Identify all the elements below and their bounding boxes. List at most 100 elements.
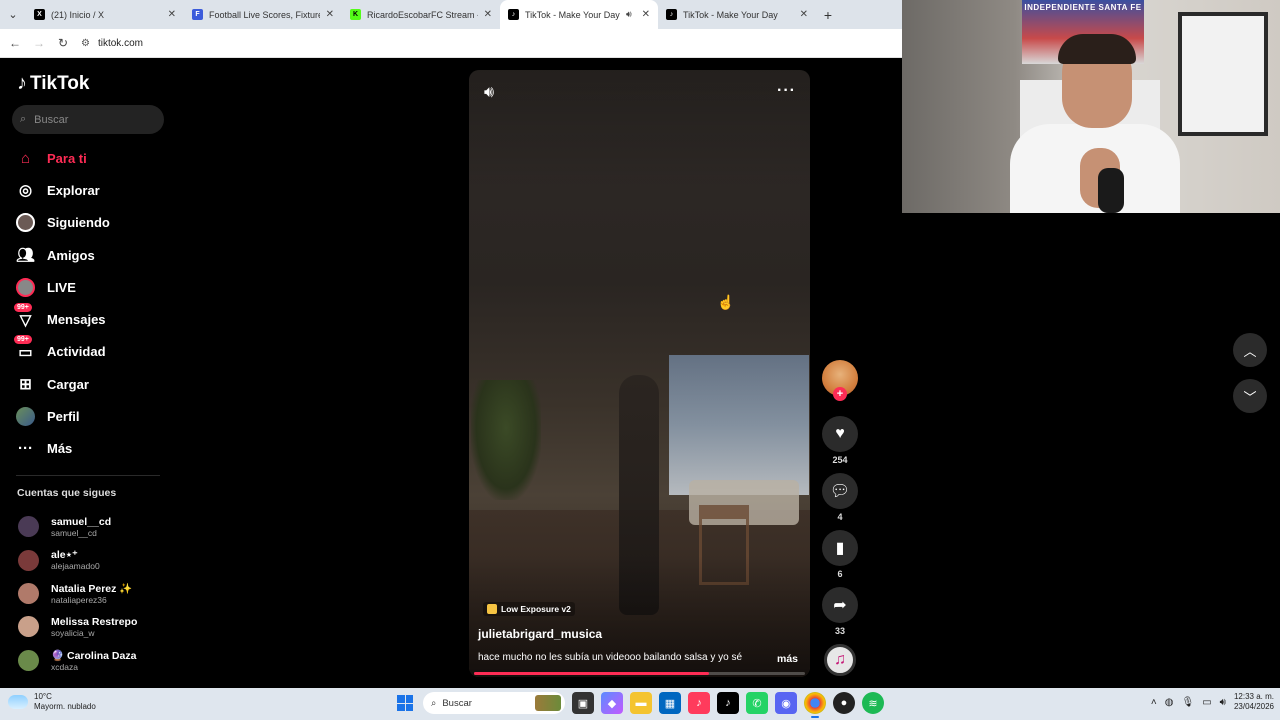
kick-logo-icon: K bbox=[350, 9, 361, 20]
following-item[interactable]: 🔮 Carolina Daza xcdaza bbox=[18, 644, 168, 677]
nav-item-cargar[interactable]: ⊞ Cargar bbox=[16, 368, 166, 400]
whatsapp-icon[interactable]: ✆ bbox=[746, 692, 768, 714]
obs-icon[interactable]: ● bbox=[833, 692, 855, 714]
nav-label: Explorar bbox=[47, 182, 100, 198]
save-button[interactable]: ▮ bbox=[822, 530, 858, 566]
clock-date: 23/04/2026 bbox=[1233, 702, 1274, 711]
address-bar[interactable]: ⚙ tiktok.com bbox=[81, 38, 143, 49]
close-icon[interactable]: ✕ bbox=[642, 9, 650, 20]
forward-arrow-icon[interactable]: → bbox=[27, 36, 51, 50]
tab-tiktok-active[interactable]: ♪ TikTok - Make Your Day 🔊︎ ✕ bbox=[500, 0, 658, 29]
close-icon[interactable]: ✕ bbox=[168, 9, 176, 20]
tiktok-app-icon[interactable]: ♪ bbox=[717, 692, 739, 714]
following-item[interactable]: samuel__cd samuel__cd bbox=[18, 510, 168, 543]
copilot-icon[interactable]: ◆ bbox=[601, 692, 623, 714]
tiktok-logo[interactable]: ♪ TikTok bbox=[17, 72, 89, 95]
following-item[interactable]: ale⋆⁺ alejaamado0 bbox=[18, 543, 168, 576]
speaker-icon[interactable]: 🔊︎ bbox=[626, 9, 632, 20]
nav-item-perfil[interactable]: Perfil bbox=[16, 400, 166, 432]
sidebar: ♪ TikTok ⌕ Buscar ⌂ Para ti ◎ Explorar S… bbox=[0, 58, 172, 688]
tab-search-button[interactable]: ⌄ bbox=[0, 0, 26, 29]
video-progress-bar[interactable] bbox=[474, 672, 805, 675]
avatar bbox=[18, 516, 39, 538]
search-placeholder: Buscar bbox=[34, 113, 69, 126]
taskbar-search-label: Buscar bbox=[442, 697, 472, 709]
webcam-person bbox=[1010, 34, 1180, 213]
close-icon[interactable]: ✕ bbox=[326, 9, 334, 20]
clock[interactable]: 12:33 a. m. 23/04/2026 bbox=[1234, 692, 1274, 712]
nav-item-mensajes[interactable]: ▽ 99+ Mensajes bbox=[14, 303, 166, 335]
effect-tag[interactable]: Low Exposure v2 bbox=[483, 602, 575, 616]
volume-icon[interactable]: 🔊︎ bbox=[484, 84, 494, 102]
taskbar: 10°C Mayorm. nublado ⌕ Buscar ▣ ◆ ▬ ▦ ♪ … bbox=[0, 688, 1280, 720]
nav-item-actividad[interactable]: ▭ 99+ Actividad bbox=[14, 335, 166, 368]
search-input[interactable]: ⌕ Buscar bbox=[12, 105, 164, 134]
upload-icon: ⊞ bbox=[19, 376, 32, 394]
nav-label: Más bbox=[47, 441, 73, 457]
discord-icon[interactable]: ◉ bbox=[775, 692, 797, 714]
following-item[interactable]: Melissa Restrepo soyalicia_w bbox=[18, 610, 168, 643]
following-title: Cuentas que sigues bbox=[17, 487, 117, 499]
nav-item-amigos[interactable]: 👥︎ Amigos bbox=[16, 239, 166, 271]
caption-more-button[interactable]: más bbox=[777, 653, 798, 665]
task-view-icon[interactable]: ▣ bbox=[572, 692, 594, 714]
taskbar-search[interactable]: ⌕ Buscar bbox=[423, 692, 565, 714]
network-icon[interactable]: ◍ bbox=[1165, 697, 1174, 708]
spotify-icon[interactable]: ≋ bbox=[862, 692, 884, 714]
main-nav: ⌂ Para ti ◎ Explorar Siguiendo 👥︎ Amigos bbox=[14, 142, 166, 465]
nav-item-mas[interactable]: ··· Más bbox=[16, 433, 166, 465]
follow-plus-icon[interactable]: + bbox=[833, 387, 847, 401]
chevron-up-icon: ︿ bbox=[1243, 343, 1257, 359]
nav-item-para-ti[interactable]: ⌂ Para ti bbox=[16, 142, 166, 174]
browser-tab-bar: ⌄ X (21) Inicio / X ✕ F Football Live Sc… bbox=[0, 0, 902, 29]
share-button[interactable]: ➦ bbox=[822, 587, 858, 623]
reload-icon[interactable]: ↻ bbox=[51, 36, 75, 50]
file-explorer-icon[interactable]: ▬ bbox=[630, 692, 652, 714]
weather-temp: 10°C bbox=[34, 692, 52, 701]
like-button[interactable]: ♥ bbox=[822, 416, 858, 452]
nav-item-live[interactable]: LIVE bbox=[16, 271, 166, 303]
nav-label: Amigos bbox=[47, 247, 95, 263]
close-icon[interactable]: ✕ bbox=[800, 9, 808, 20]
tab-tiktok[interactable]: ♪ TikTok - Make Your Day ✕ bbox=[658, 0, 816, 29]
comment-button[interactable]: 💬︎ bbox=[822, 473, 858, 509]
account-handle: soyalicia_w bbox=[51, 627, 95, 638]
tab-x[interactable]: X (21) Inicio / X ✕ bbox=[26, 0, 184, 29]
compass-icon: ◎ bbox=[18, 182, 33, 200]
account-handle: nataliaperez36 bbox=[51, 594, 107, 605]
windows-start-icon[interactable] bbox=[394, 692, 416, 714]
back-arrow-icon[interactable]: ← bbox=[3, 36, 27, 50]
store-icon[interactable]: ▦ bbox=[659, 692, 681, 714]
display-icon[interactable]: ▭ bbox=[1202, 697, 1211, 708]
chrome-icon[interactable] bbox=[804, 692, 826, 718]
next-video-button[interactable]: ﹀ bbox=[1233, 379, 1267, 413]
weather-widget[interactable]: 10°C Mayorm. nublado bbox=[8, 692, 96, 712]
account-name: Melissa Restrepo bbox=[51, 615, 138, 628]
tab-football[interactable]: F Football Live Scores, Fixtures & ✕ bbox=[184, 0, 342, 29]
site-info-icon[interactable]: ⚙ bbox=[81, 38, 90, 49]
messages-badge: 99+ bbox=[14, 303, 32, 313]
volume-icon[interactable]: 🔊︎ bbox=[1220, 697, 1226, 708]
search-icon: ⌕ bbox=[20, 113, 27, 125]
chevron-up-icon[interactable]: ˄ bbox=[1151, 697, 1157, 708]
tiktok-app-pink-icon[interactable]: ♪ bbox=[688, 692, 710, 714]
video-author[interactable]: julietabrigard_musica bbox=[478, 627, 602, 641]
more-icon: ··· bbox=[18, 440, 33, 458]
brand-name: TikTok bbox=[30, 72, 90, 94]
more-options-icon[interactable]: ··· bbox=[777, 82, 796, 100]
video-player[interactable]: 🔊︎ ··· Low Exposure v2 julietabrigard_mu… bbox=[469, 70, 810, 677]
close-icon[interactable]: ✕ bbox=[484, 9, 492, 20]
previous-video-button[interactable]: ︿ bbox=[1233, 333, 1267, 367]
tab-title: RicardoEscobarFC Stream - Wa bbox=[367, 9, 478, 20]
tiktok-page: ♪ TikTok ⌕ Buscar ⌂ Para ti ◎ Explorar S… bbox=[0, 58, 902, 688]
cloud-icon bbox=[8, 695, 28, 709]
following-item[interactable]: Natalia Perez ✨ nataliaperez36 bbox=[18, 577, 168, 610]
search-icon: ⌕ bbox=[431, 697, 437, 709]
nav-item-siguiendo[interactable]: Siguiendo bbox=[16, 207, 166, 239]
microphone-icon[interactable]: 🎙︎ bbox=[1181, 697, 1194, 708]
tab-kick[interactable]: K RicardoEscobarFC Stream - Wa ✕ bbox=[342, 0, 500, 29]
screen: ⌄ X (21) Inicio / X ✕ F Football Live Sc… bbox=[0, 0, 1280, 720]
music-disc-icon[interactable]: ♫ bbox=[824, 644, 856, 676]
new-tab-button[interactable]: + bbox=[816, 7, 840, 23]
nav-item-explorar[interactable]: ◎ Explorar bbox=[16, 174, 166, 206]
